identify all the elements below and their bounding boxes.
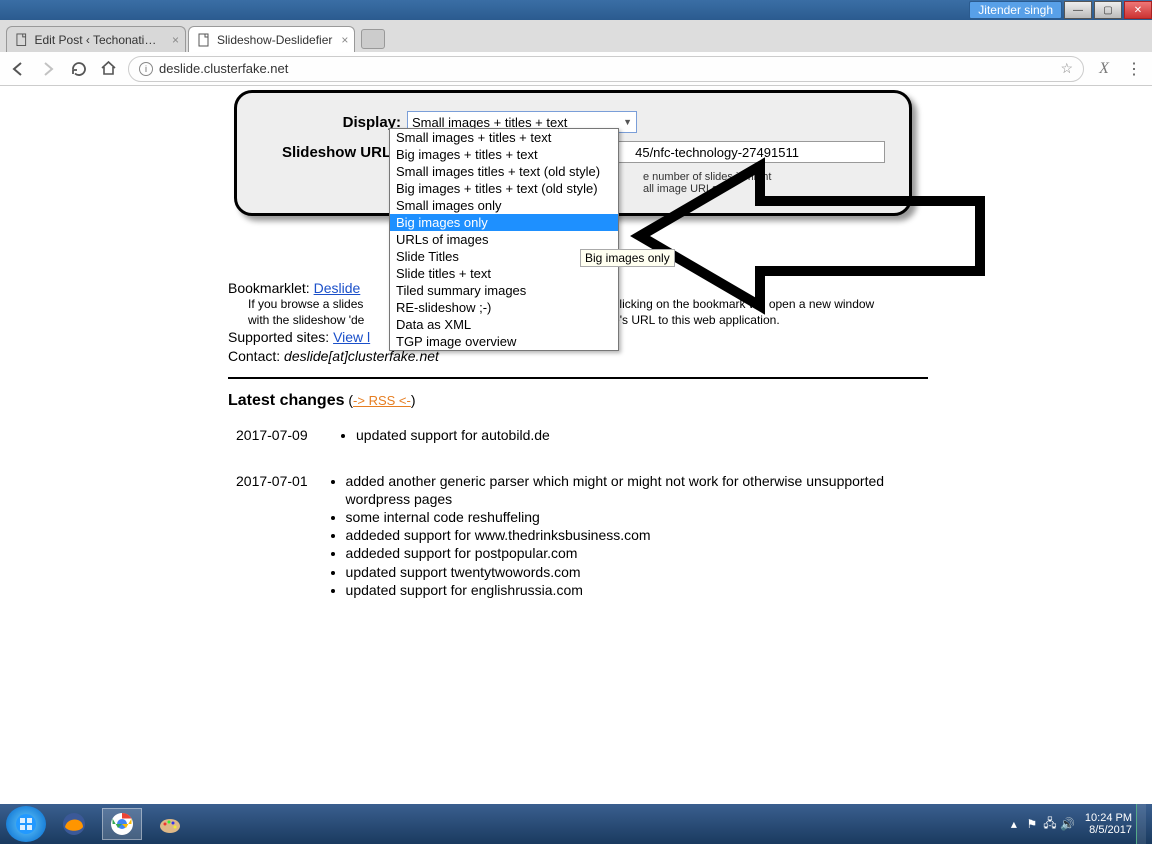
info-icon[interactable]: i (139, 62, 153, 76)
chevron-down-icon: ▼ (623, 117, 632, 127)
annotation-arrow-icon (620, 146, 1000, 329)
clock-time: 10:24 PM (1085, 812, 1132, 824)
chrome-menu-button[interactable]: ⋮ (1124, 59, 1144, 79)
user-badge: Jitender singh (969, 1, 1062, 19)
display-label: Display: (261, 114, 407, 131)
dropdown-option[interactable]: Big images + titles + text (390, 146, 618, 163)
browser-tab-strip: Edit Post ‹ Techonation – × Slideshow-De… (0, 20, 1152, 52)
tray-volume-icon[interactable]: 🔊 (1059, 817, 1077, 831)
separator (228, 377, 928, 379)
dropdown-option[interactable]: TGP image overview (390, 333, 618, 350)
tab-label: Edit Post ‹ Techonation – (35, 33, 164, 47)
reload-button[interactable] (68, 59, 88, 79)
close-button[interactable]: ✕ (1124, 1, 1152, 19)
text: ) (411, 392, 416, 408)
tab-active[interactable]: Slideshow-Deslidefier × (188, 26, 355, 52)
supported-sites-label: Supported sites: (228, 329, 333, 345)
file-icon (197, 33, 211, 47)
tab-close-icon[interactable]: × (341, 33, 348, 47)
show-desktop-button[interactable] (1136, 804, 1146, 844)
list-item: updated support for englishrussia.com (346, 581, 928, 599)
changelog-date: 2017-07-09 (228, 426, 338, 444)
new-tab-button[interactable] (361, 29, 385, 49)
dropdown-tooltip: Big images only (580, 249, 675, 267)
dropdown-option[interactable]: Small images only (390, 197, 618, 214)
list-item: updated support for autobild.de (356, 426, 550, 444)
home-button[interactable] (98, 59, 118, 79)
file-icon (15, 33, 29, 47)
firefox-taskbar-icon[interactable] (54, 808, 94, 840)
tab-close-icon[interactable]: × (172, 33, 179, 47)
bookmark-star-icon[interactable]: ☆ (1060, 60, 1073, 77)
browser-toolbar: i deslide.clusterfake.net ☆ X ⋮ (0, 52, 1152, 86)
tray-chevron-up-icon[interactable]: ▴ (1005, 817, 1023, 831)
taskbar-clock[interactable]: 10:24 PM 8/5/2017 (1085, 812, 1132, 836)
text: If you browse a slides (248, 297, 363, 311)
list-item: some internal code reshuffeling (346, 508, 928, 526)
list-item: updated support twentytwowords.com (346, 563, 928, 581)
maximize-button[interactable]: ▢ (1094, 1, 1122, 19)
dropdown-option[interactable]: Small images titles + text (old style) (390, 163, 618, 180)
list-item: addeded support for www.thedrinksbusines… (346, 526, 928, 544)
bookmarklet-link[interactable]: Deslide (314, 280, 361, 296)
minimize-button[interactable]: — (1064, 1, 1092, 19)
dropdown-option[interactable]: Slide titles + text (390, 265, 618, 282)
address-bar[interactable]: i deslide.clusterfake.net ☆ (128, 56, 1084, 82)
tab-label: Slideshow-Deslidefier (217, 33, 332, 47)
url-label: Slideshow URL: (261, 144, 402, 161)
text: with the slideshow 'de (248, 313, 364, 327)
dropdown-option[interactable]: Data as XML (390, 316, 618, 333)
tray-flag-icon[interactable]: ⚑ (1023, 817, 1041, 831)
dropdown-option[interactable]: Small images + titles + text (390, 129, 618, 146)
changelog-date: 2017-07-01 (228, 472, 328, 599)
back-button[interactable] (8, 59, 28, 79)
list-item: addeded support for postpopular.com (346, 544, 928, 562)
supported-sites-link[interactable]: View l (333, 329, 370, 345)
tray-network-icon[interactable]: 🖧 (1041, 814, 1059, 835)
start-button[interactable] (6, 806, 46, 842)
dropdown-option[interactable]: RE-slideshow ;-) (390, 299, 618, 316)
latest-changes-heading: Latest changes (228, 392, 344, 409)
changelog-entry: 2017-07-09 updated support for autobild.… (228, 426, 928, 444)
list-item: added another generic parser which might… (346, 472, 928, 508)
bookmarklet-label: Bookmarklet: (228, 280, 314, 296)
display-dropdown-list: Small images + titles + text Big images … (389, 128, 619, 351)
chrome-taskbar-icon[interactable] (102, 808, 142, 840)
paint-taskbar-icon[interactable] (150, 808, 190, 840)
dropdown-option[interactable]: Big images + titles + text (old style) (390, 180, 618, 197)
rss-link[interactable]: -> RSS <- (353, 393, 411, 408)
extension-icon[interactable]: X (1094, 59, 1114, 79)
url-text: deslide.clusterfake.net (159, 61, 288, 76)
contact-label: Contact: (228, 348, 284, 364)
page-content: Display: Small images + titles + text ▼ … (0, 86, 1152, 844)
dropdown-option[interactable]: Tiled summary images (390, 282, 618, 299)
window-titlebar: Jitender singh — ▢ ✕ (0, 0, 1152, 20)
dropdown-option[interactable]: URLs of images (390, 231, 618, 248)
windows-taskbar: ▴ ⚑ 🖧 🔊 10:24 PM 8/5/2017 (0, 804, 1152, 844)
clock-date: 8/5/2017 (1085, 824, 1132, 836)
tab-inactive[interactable]: Edit Post ‹ Techonation – × (6, 26, 186, 52)
changelog-entry: 2017-07-01 added another generic parser … (228, 472, 928, 599)
forward-button[interactable] (38, 59, 58, 79)
system-tray: ▴ ⚑ 🖧 🔊 10:24 PM 8/5/2017 (1005, 804, 1146, 844)
dropdown-option-highlighted[interactable]: Big images only (390, 214, 618, 231)
